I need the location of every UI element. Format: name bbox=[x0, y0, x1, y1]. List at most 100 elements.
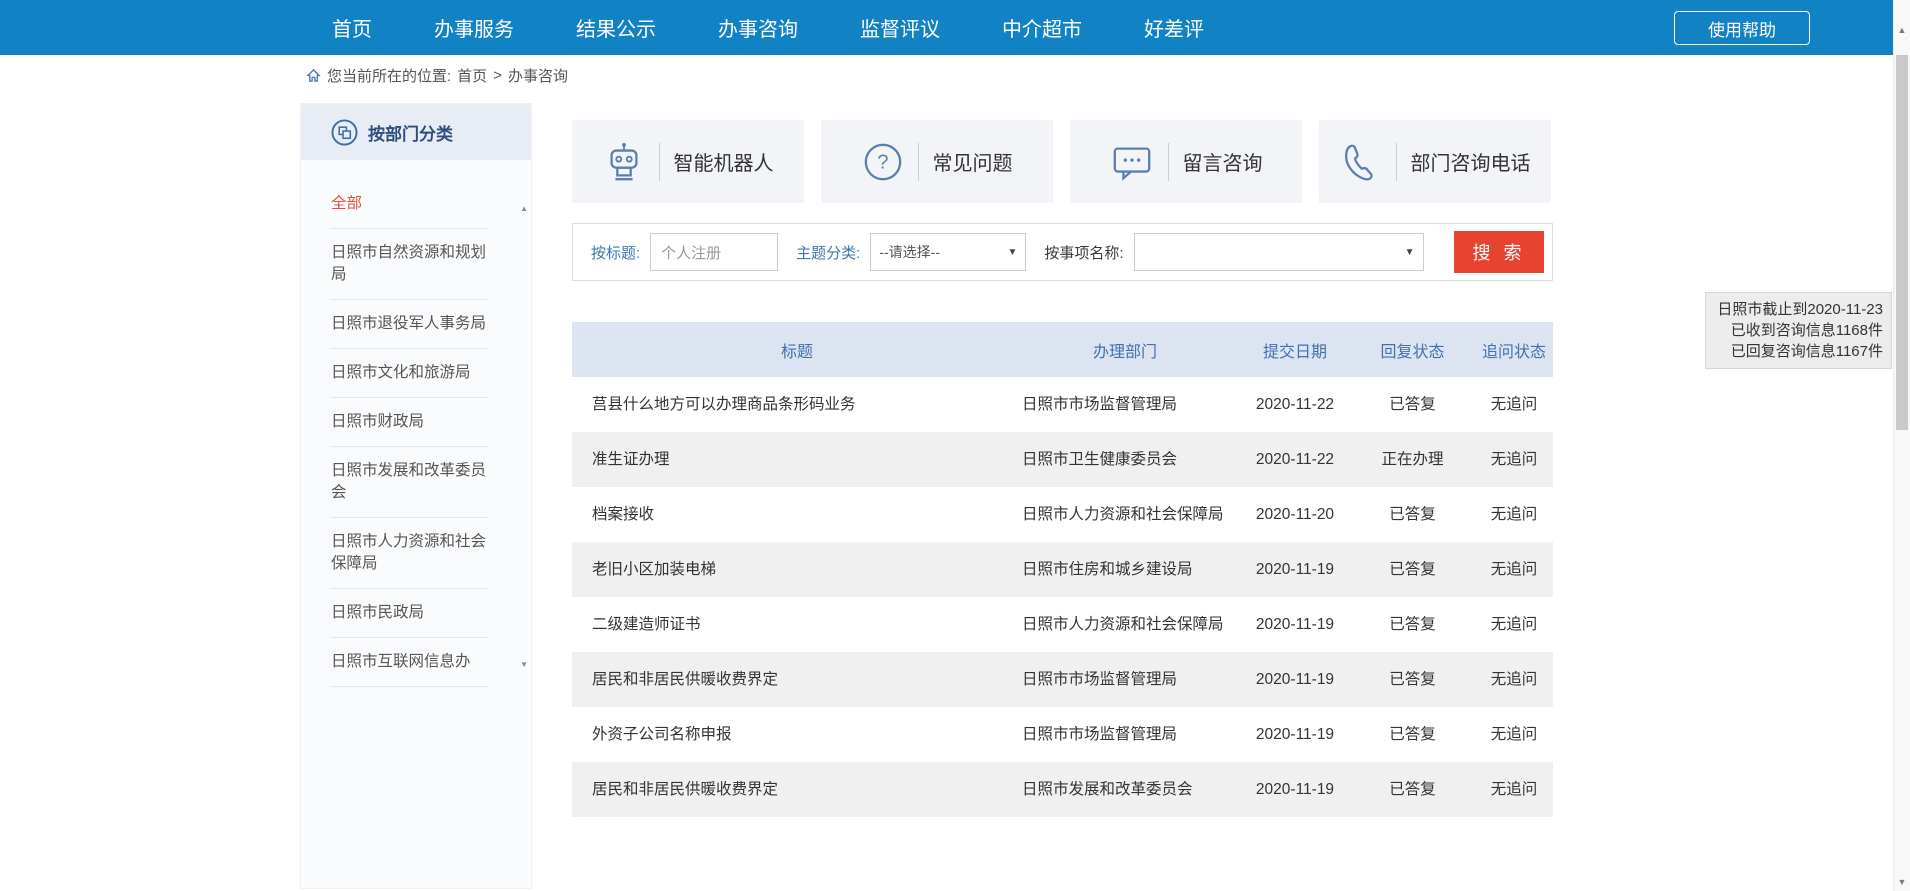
stats-line-3: 已回复咨询信息1167件 bbox=[1714, 341, 1883, 362]
phone-consult-card[interactable]: 部门咨询电话 bbox=[1319, 120, 1551, 203]
sidebar-item[interactable]: 全部 bbox=[331, 180, 489, 229]
nav-item[interactable]: 中介超市 bbox=[1002, 13, 1082, 42]
sidebar-item-label: 日照市发展和改革委员会 bbox=[331, 462, 486, 501]
nav-item[interactable]: 好差评 bbox=[1144, 13, 1204, 42]
row-followup-status: 无追问 bbox=[1475, 597, 1553, 652]
sidebar-item[interactable]: 日照市民政局 bbox=[331, 589, 489, 638]
card-divider bbox=[1168, 143, 1169, 181]
row-title[interactable]: 莒县什么地方可以办理商品条形码业务 bbox=[572, 377, 1022, 432]
row-followup-status: 无追问 bbox=[1475, 762, 1553, 817]
breadcrumb-home-link[interactable]: 首页 bbox=[457, 65, 487, 86]
table-row[interactable]: 居民和非居民供暖收费界定 日照市发展和改革委员会 2020-11-19 已答复 … bbox=[572, 762, 1553, 817]
scrollbar-up-icon[interactable]: ▲ bbox=[1894, 25, 1910, 35]
sidebar-scroll-down-icon[interactable]: ▼ bbox=[520, 660, 528, 669]
row-followup-status: 无追问 bbox=[1475, 487, 1553, 542]
header-submit-date: 提交日期 bbox=[1240, 338, 1350, 362]
card-divider bbox=[1396, 143, 1397, 181]
row-title[interactable]: 二级建造师证书 bbox=[572, 597, 1022, 652]
message-consult-card[interactable]: 留言咨询 bbox=[1070, 120, 1302, 203]
row-title[interactable]: 居民和非居民供暖收费界定 bbox=[572, 652, 1022, 707]
scrollbar-down-icon[interactable]: ▼ bbox=[1894, 877, 1910, 887]
title-filter-input[interactable] bbox=[650, 233, 778, 271]
item-filter-label: 按事项名称: bbox=[1044, 242, 1123, 263]
top-navbar: 首页 办事服务 结果公示 办事咨询 监督评议 中介超市 好差评 bbox=[0, 0, 1893, 55]
sidebar-item[interactable]: 日照市退役军人事务局 bbox=[331, 300, 489, 349]
breadcrumb: 您当前所在的位置: 首页 > 办事咨询 bbox=[306, 63, 574, 87]
nav-item[interactable]: 首页 bbox=[332, 13, 372, 42]
card-divider bbox=[659, 143, 660, 181]
sidebar-item-label: 日照市互联网信息办 bbox=[331, 653, 471, 670]
row-reply-status: 正在办理 bbox=[1350, 432, 1475, 487]
row-reply-status: 已答复 bbox=[1350, 542, 1475, 597]
row-reply-status: 已答复 bbox=[1350, 707, 1475, 762]
page: 首页 办事服务 结果公示 办事咨询 监督评议 中介超市 好差评 使用帮助 您当前… bbox=[0, 0, 1910, 891]
consultation-table: 标题 办理部门 提交日期 回复状态 追问状态 莒县什么地方可以办理商品条形码业务… bbox=[572, 322, 1553, 817]
main-content: 智能机器人 ? 常见问题 bbox=[572, 120, 1553, 817]
sidebar-item[interactable]: 日照市发展和改革委员会 bbox=[331, 447, 489, 518]
row-title[interactable]: 居民和非居民供暖收费界定 bbox=[572, 762, 1022, 817]
row-followup-status: 无追问 bbox=[1475, 652, 1553, 707]
row-reply-status: 已答复 bbox=[1350, 377, 1475, 432]
row-department: 日照市市场监督管理局 bbox=[1022, 707, 1240, 762]
help-button[interactable]: 使用帮助 bbox=[1674, 11, 1810, 45]
smart-robot-card[interactable]: 智能机器人 bbox=[572, 120, 804, 203]
breadcrumb-current: 办事咨询 bbox=[508, 65, 568, 86]
stats-line-2: 已收到咨询信息1168件 bbox=[1714, 320, 1883, 341]
department-sidebar: 按部门分类 ▲ ▼ 全部 日照市自然资源和规划局 日照市退役军人事务局 日照市文… bbox=[300, 103, 532, 889]
sidebar-item[interactable]: 日照市财政局 bbox=[331, 398, 489, 447]
row-submit-date: 2020-11-22 bbox=[1240, 432, 1350, 487]
table-row[interactable]: 居民和非居民供暖收费界定 日照市市场监督管理局 2020-11-19 已答复 无… bbox=[572, 652, 1553, 707]
sidebar-item-label: 日照市人力资源和社会保障局 bbox=[331, 533, 486, 572]
stats-tooltip: 日照市截止到2020-11-23 已收到咨询信息1168件 已回复咨询信息116… bbox=[1705, 292, 1892, 369]
row-followup-status: 无追问 bbox=[1475, 542, 1553, 597]
row-reply-status: 已答复 bbox=[1350, 652, 1475, 707]
row-department: 日照市人力资源和社会保障局 bbox=[1022, 597, 1240, 652]
table-row[interactable]: 外资子公司名称申报 日照市市场监督管理局 2020-11-19 已答复 无追问 bbox=[572, 707, 1553, 762]
sidebar-list: ▲ ▼ 全部 日照市自然资源和规划局 日照市退役军人事务局 日照市文化和旅游局 … bbox=[301, 180, 531, 680]
row-submit-date: 2020-11-19 bbox=[1240, 707, 1350, 762]
scrollbar-thumb[interactable] bbox=[1896, 55, 1908, 430]
stats-line-1: 日照市截止到2020-11-23 bbox=[1714, 299, 1883, 320]
row-department: 日照市住房和城乡建设局 bbox=[1022, 542, 1240, 597]
row-title[interactable]: 档案接收 bbox=[572, 487, 1022, 542]
table-row[interactable]: 二级建造师证书 日照市人力资源和社会保障局 2020-11-19 已答复 无追问 bbox=[572, 597, 1553, 652]
sidebar-item[interactable]: 日照市互联网信息办 bbox=[331, 638, 489, 687]
nav-item[interactable]: 办事服务 bbox=[434, 13, 514, 42]
row-submit-date: 2020-11-19 bbox=[1240, 652, 1350, 707]
table-row[interactable]: 准生证办理 日照市卫生健康委员会 2020-11-22 正在办理 无追问 bbox=[572, 432, 1553, 487]
row-title[interactable]: 外资子公司名称申报 bbox=[572, 707, 1022, 762]
faq-label: 常见问题 bbox=[933, 147, 1013, 176]
nav-item[interactable]: 监督评议 bbox=[860, 13, 940, 42]
card-divider bbox=[918, 143, 919, 181]
sidebar-item[interactable]: 日照市文化和旅游局 bbox=[331, 349, 489, 398]
sidebar-scroll-up-icon[interactable]: ▲ bbox=[520, 204, 528, 213]
sidebar-item[interactable]: 日照市人力资源和社会保障局 bbox=[331, 518, 489, 589]
table-row[interactable]: 莒县什么地方可以办理商品条形码业务 日照市市场监督管理局 2020-11-22 … bbox=[572, 377, 1553, 432]
page-scrollbar[interactable]: ▲ ▼ bbox=[1893, 0, 1910, 891]
title-filter-label: 按标题: bbox=[591, 242, 640, 263]
sidebar-item-label: 日照市民政局 bbox=[331, 604, 424, 621]
item-select[interactable]: ▼ bbox=[1134, 233, 1424, 271]
question-icon: ? bbox=[862, 141, 904, 183]
header-department: 办理部门 bbox=[1022, 338, 1240, 362]
sidebar-item-label: 日照市自然资源和规划局 bbox=[331, 244, 486, 283]
message-consult-label: 留言咨询 bbox=[1183, 147, 1263, 176]
row-title[interactable]: 准生证办理 bbox=[572, 432, 1022, 487]
row-title[interactable]: 老旧小区加装电梯 bbox=[572, 542, 1022, 597]
row-followup-status: 无追问 bbox=[1475, 377, 1553, 432]
search-button[interactable]: 搜 索 bbox=[1454, 231, 1544, 273]
sidebar-item-label: 日照市财政局 bbox=[331, 413, 424, 430]
table-row[interactable]: 档案接收 日照市人力资源和社会保障局 2020-11-20 已答复 无追问 bbox=[572, 487, 1553, 542]
table-body: 莒县什么地方可以办理商品条形码业务 日照市市场监督管理局 2020-11-22 … bbox=[572, 377, 1553, 817]
sidebar-item[interactable]: 日照市自然资源和规划局 bbox=[331, 229, 489, 300]
category-filter-label: 主题分类: bbox=[796, 242, 860, 263]
faq-card[interactable]: ? 常见问题 bbox=[821, 120, 1053, 203]
nav-item[interactable]: 办事咨询 bbox=[718, 13, 798, 42]
table-row[interactable]: 老旧小区加装电梯 日照市住房和城乡建设局 2020-11-19 已答复 无追问 bbox=[572, 542, 1553, 597]
category-select[interactable]: --请选择-- ▼ bbox=[870, 233, 1026, 271]
svg-text:?: ? bbox=[877, 151, 888, 173]
category-select-value: --请选择-- bbox=[879, 242, 940, 262]
nav-item[interactable]: 结果公示 bbox=[576, 13, 656, 42]
category-icon bbox=[331, 119, 358, 146]
row-department: 日照市发展和改革委员会 bbox=[1022, 762, 1240, 817]
